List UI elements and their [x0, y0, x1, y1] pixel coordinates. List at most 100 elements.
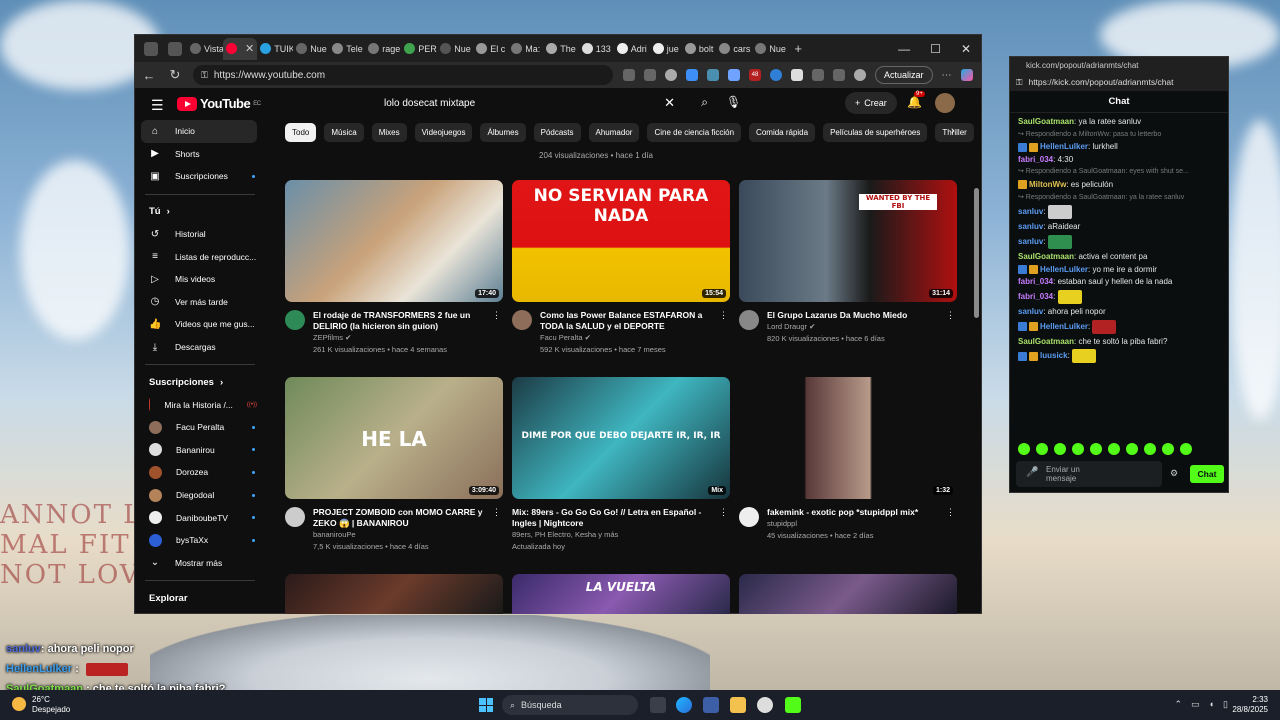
send-chat-button[interactable]: Chat — [1190, 465, 1224, 483]
sidebar-item-playlists[interactable]: ≡ Listas de reproducc... — [135, 245, 265, 268]
subscription-item[interactable]: Diegodoal — [135, 484, 265, 507]
edge-icon[interactable] — [676, 697, 692, 713]
browser-tab[interactable]: Nue — [437, 38, 473, 60]
sidebar-item-history[interactable]: ↺ Historial — [135, 223, 265, 246]
video-card[interactable]: LA VUELTA — [512, 574, 730, 614]
emote-icon[interactable] — [1018, 443, 1030, 455]
update-button[interactable]: Actualizar — [875, 66, 933, 84]
filter-chip[interactable]: Películas de superhéroes — [823, 123, 928, 142]
more-actions-icon[interactable]: ⋮ — [946, 507, 955, 518]
video-title[interactable]: Como las Power Balance ESTAFARON a TODA … — [540, 310, 730, 332]
video-card[interactable]: 17:40 El rodaje de TRANSFORMERS 2 fue un… — [285, 180, 503, 356]
extension-badge-icon[interactable]: 48 — [749, 69, 761, 81]
chat-username[interactable]: sanluv — [1018, 222, 1043, 231]
video-card[interactable]: HE LA 3:09:40 PROJECT ZOMBOID con MOMO C… — [285, 377, 503, 553]
network-icon[interactable]: ▭ — [1191, 699, 1200, 710]
show-more-button[interactable]: ⌄ Mostrar más — [135, 552, 265, 575]
filter-chip[interactable]: Cine de ciencia ficción — [647, 123, 742, 142]
filter-chip[interactable]: Comida rápida — [749, 123, 816, 142]
chat-message[interactable]: sanluv: ahora peli nopor — [1018, 307, 1220, 316]
emote-icon[interactable] — [1036, 443, 1048, 455]
video-thumbnail[interactable]: NO SERVIAN PARA NADA 15:54 — [512, 180, 730, 302]
youtube-logo[interactable]: YouTube EC — [177, 96, 261, 111]
file-explorer-icon[interactable] — [730, 697, 746, 713]
chips-next-icon[interactable]: › — [951, 125, 955, 137]
tray-overflow-icon[interactable]: ⌃ — [1175, 699, 1183, 710]
emote-icon[interactable] — [1144, 443, 1156, 455]
kick-address-bar[interactable]: ⚿ https://kick.com/popout/adrianmts/chat — [1010, 73, 1228, 91]
mic-icon[interactable]: 🎙 — [726, 95, 741, 109]
browser-tab[interactable]: PER — [401, 38, 437, 60]
video-title[interactable]: Mix: 89ers - Go Go Go Go! // Letra en Es… — [512, 507, 730, 529]
browser-tab[interactable]: 133 — [579, 38, 614, 60]
video-channel[interactable]: Lord Draugr ✔ — [767, 321, 921, 333]
video-title[interactable]: PROJECT ZOMBOID con MOMO CARRE y ZEKO 😱 … — [313, 507, 503, 529]
channel-avatar[interactable] — [285, 507, 305, 527]
chat-username[interactable]: MiltonWw — [1029, 180, 1066, 189]
video-thumbnail[interactable] — [739, 574, 957, 614]
chat-message[interactable]: fabri_034: estaban saul y hellen de la n… — [1018, 277, 1220, 286]
chat-message[interactable]: HellenLulker: lurkhell — [1018, 142, 1220, 152]
extension-icon[interactable] — [728, 69, 740, 81]
video-title[interactable]: fakemink - exotic pop *stupidppl mix* — [767, 507, 932, 518]
emote-icon[interactable] — [1108, 443, 1120, 455]
chat-username[interactable]: luusick — [1040, 352, 1068, 361]
volume-icon[interactable]: ◖ — [1209, 699, 1214, 710]
store-icon[interactable] — [703, 697, 719, 713]
video-channel[interactable]: ZEPfilms ✔ — [313, 332, 503, 344]
page-scrollbar[interactable] — [974, 188, 979, 318]
mic-icon[interactable]: 🎤 — [1026, 468, 1038, 478]
copilot-icon[interactable] — [960, 69, 973, 81]
emote-icon[interactable] — [1090, 443, 1102, 455]
clock[interactable]: 2:33 28/8/2025 — [1232, 695, 1268, 715]
chat-username[interactable]: sanluv — [1018, 307, 1043, 316]
account-avatar[interactable] — [935, 93, 955, 113]
subscription-item[interactable]: Dorozea — [135, 461, 265, 484]
chat-username[interactable]: SaulGoatmaan — [1018, 252, 1074, 261]
chat-message[interactable]: luusick: — [1018, 349, 1220, 364]
zoom-icon[interactable] — [644, 69, 656, 81]
more-actions-icon[interactable]: ⋮ — [719, 310, 728, 321]
channel-avatar[interactable] — [739, 310, 759, 330]
chat-message[interactable]: sanluv: aRaidear — [1018, 222, 1220, 231]
chat-username[interactable]: fabri_034 — [1018, 277, 1053, 286]
collections-icon[interactable] — [833, 69, 845, 81]
weather-widget[interactable]: 26°C Despejado — [12, 695, 70, 715]
subscription-item[interactable]: Bananirou — [135, 439, 265, 462]
you-section-header[interactable]: Tú › — [135, 201, 265, 223]
sidebar-item-watch-later[interactable]: ◷ Ver más tarde — [135, 291, 265, 314]
favorite-star-icon[interactable] — [686, 69, 698, 81]
channel-name[interactable]: ZEPfilms — [313, 333, 343, 342]
extension-icon[interactable] — [770, 69, 782, 81]
subscription-item[interactable]: Mira la Historia /... ((•)) — [135, 393, 265, 416]
chat-message-input[interactable]: 🎤 Enviar un mensaje — [1016, 461, 1162, 487]
chat-username[interactable]: fabri_034 — [1018, 155, 1053, 164]
video-channel[interactable]: bananirouPe — [313, 529, 503, 541]
channel-avatar[interactable] — [512, 310, 532, 330]
emote-icon[interactable] — [1072, 443, 1084, 455]
windows-start-icon[interactable] — [479, 698, 493, 712]
chat-message[interactable]: fabri_034: 4:30 — [1018, 155, 1220, 164]
more-actions-icon[interactable]: ⋮ — [492, 507, 501, 518]
browser-tab[interactable]: Nue — [752, 38, 788, 60]
more-actions-icon[interactable]: ⋮ — [492, 310, 501, 321]
site-info-icon[interactable]: ⚿ — [1016, 77, 1022, 88]
browser-tab[interactable]: El c — [473, 38, 508, 60]
chat-username[interactable]: sanluv — [1018, 237, 1043, 246]
browser-tab[interactable]: bolt — [682, 38, 717, 60]
browser-tab[interactable]: Vista — [187, 38, 223, 60]
video-thumbnail[interactable]: HE LA 3:09:40 — [285, 377, 503, 499]
app-icon[interactable] — [623, 69, 635, 81]
chat-username[interactable]: HellenLulker — [1040, 322, 1088, 331]
video-channel[interactable]: 89ers, PH Electro, Kesha y más — [512, 529, 730, 541]
refresh-button[interactable]: ↻ — [167, 67, 183, 83]
chat-message[interactable]: SaulGoatmaan: che te soltó la piba fabri… — [1018, 337, 1220, 346]
video-card[interactable] — [739, 574, 957, 614]
maximize-button[interactable]: ☐ — [930, 42, 941, 56]
chat-message[interactable]: sanluv: — [1018, 205, 1220, 220]
task-view-icon[interactable] — [650, 697, 666, 713]
video-channel[interactable]: stupidppl — [767, 518, 932, 530]
browser-tab[interactable]: Nue — [293, 38, 329, 60]
close-window-button[interactable]: ✕ — [961, 42, 971, 56]
more-actions-icon[interactable]: ⋮ — [946, 310, 955, 321]
